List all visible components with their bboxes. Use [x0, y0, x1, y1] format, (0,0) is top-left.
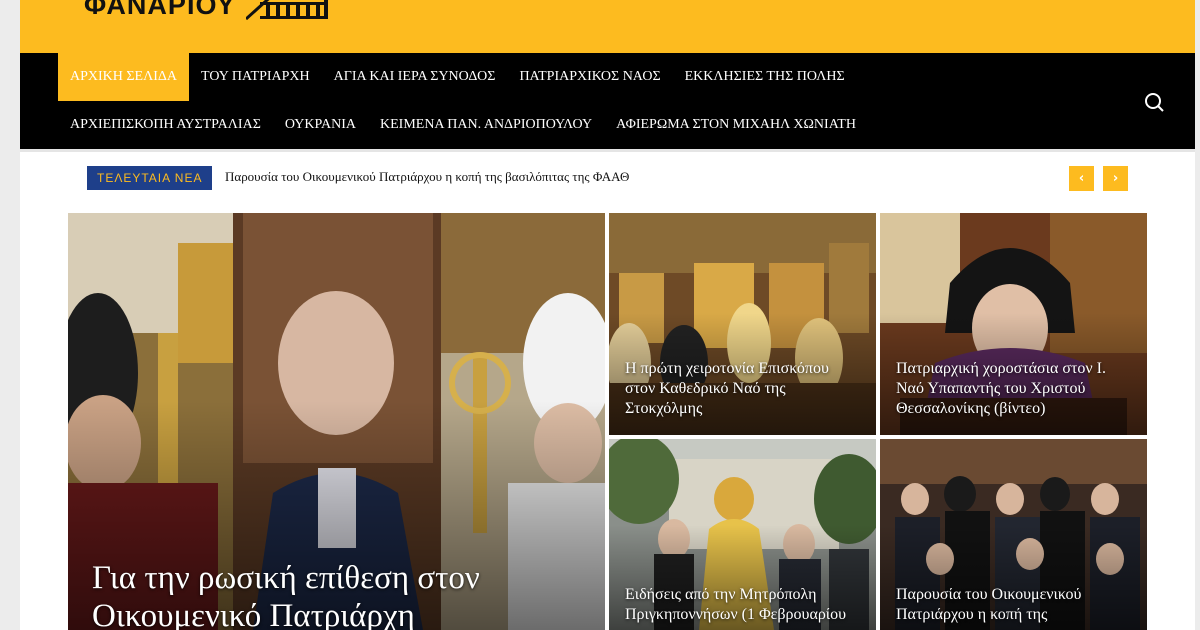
latest-news-ticker: ΤΕΛΕΥΤΑΙΑ ΝΕΑ Παρουσία του Οικουμενικού … [20, 149, 1195, 201]
featured-top-middle-card[interactable]: Η πρώτη χειροτονία Επισκόπου στον Καθεδρ… [609, 213, 876, 435]
featured-bottom-middle-title[interactable]: Ειδήσεις από την Μητρόπολη Πριγκηποννήσω… [625, 585, 862, 625]
ticker-prev-button[interactable]: ‹ [1069, 166, 1094, 191]
featured-bottom-middle-card[interactable]: Ειδήσεις από την Μητρόπολη Πριγκηποννήσω… [609, 439, 876, 630]
header-band: ΦΑΝΑΡΙΟΥ [20, 0, 1195, 53]
ticker-next-button[interactable]: › [1103, 166, 1128, 191]
nav-item-city-churches[interactable]: ΕΚΚΛΗΣΙΕΣ ΤΗΣ ΠΟΛΗΣ [673, 53, 857, 101]
nav-item-andriopoulos-texts[interactable]: ΚΕΙΜΕΝΑ ΠΑΝ. ΑΝΔΡΙΟΠΟΥΛΟΥ [368, 101, 604, 149]
nav-row-2: ΑΡΧΙΕΠΙΣΚΟΠΗ ΑΥΣΤΡΑΛΙΑΣ ΟΥΚΡΑΝΙΑ ΚΕΙΜΕΝΑ… [58, 101, 868, 149]
featured-top-right-title[interactable]: Πατριαρχική χοροστάσια στον Ι. Ναό Υπαπα… [896, 359, 1133, 419]
featured-bottom-right-title[interactable]: Παρουσία του Οικουμενικού Πατριάρχου η κ… [896, 585, 1133, 625]
latest-news-label: ΤΕΛΕΥΤΑΙΑ ΝΕΑ [87, 166, 213, 190]
building-logo-icon [245, 0, 328, 20]
featured-top-right-card[interactable]: Πατριαρχική χοροστάσια στον Ι. Ναό Υπαπα… [880, 213, 1147, 435]
nav-item-holy-synod[interactable]: ΑΓΙΑ ΚΑΙ ΙΕΡΑ ΣΥΝΟΔΟΣ [322, 53, 508, 101]
nav-row-1: ΑΡΧΙΚΗ ΣΕΛΙΔΑ ΤΟΥ ΠΑΤΡΙΑΡΧΗ ΑΓΙΑ ΚΑΙ ΙΕΡ… [58, 53, 857, 101]
nav-item-choniates-tribute[interactable]: ΑΦΙΕΡΩΜΑ ΣΤΟΝ ΜΙΧΑΗΛ ΧΩΝΙΑΤΗ [604, 101, 868, 149]
logo-text: ΦΑΝΑΡΙΟΥ [84, 0, 236, 20]
main-navigation: ΑΡΧΙΚΗ ΣΕΛΙΔΑ ΤΟΥ ΠΑΤΡΙΑΡΧΗ ΑΓΙΑ ΚΑΙ ΙΕΡ… [20, 53, 1195, 149]
search-icon[interactable] [1143, 91, 1165, 113]
page: ΦΑΝΑΡΙΟΥ ΑΡΧΙΚΗ ΣΕΛΙΔΑ ΤΟΥ ΠΑΤΡΙΑΡΧΗ ΑΓΙ… [20, 0, 1195, 630]
latest-news-headline[interactable]: Παρουσία του Οικουμενικού Πατριάρχου η κ… [225, 169, 629, 185]
featured-main-title[interactable]: Για την ρωσική επίθεση στον Οικουμενικό … [92, 559, 591, 630]
nav-item-home[interactable]: ΑΡΧΙΚΗ ΣΕΛΙΔΑ [58, 53, 190, 101]
featured-top-middle-title[interactable]: Η πρώτη χειροτονία Επισκόπου στον Καθεδρ… [625, 359, 862, 419]
featured-main-card[interactable]: Για την ρωσική επίθεση στον Οικουμενικό … [68, 213, 605, 630]
featured-bottom-right-card[interactable]: Παρουσία του Οικουμενικού Πατριάρχου η κ… [880, 439, 1147, 630]
chevron-left-icon: ‹ [1078, 171, 1085, 186]
nav-item-patriarch[interactable]: ΤΟΥ ΠΑΤΡΙΑΡΧΗ [189, 53, 322, 101]
site-logo[interactable]: ΦΑΝΑΡΙΟΥ [84, 0, 330, 20]
nav-item-patriarchal-church[interactable]: ΠΑΤΡΙΑΡΧΙΚΟΣ ΝΑΟΣ [507, 53, 672, 101]
chevron-right-icon: › [1112, 171, 1119, 186]
nav-item-ukraine[interactable]: ΟΥΚΡΑΝΙΑ [273, 101, 368, 149]
nav-item-archdiocese-australia[interactable]: ΑΡΧΙΕΠΙΣΚΟΠΗ ΑΥΣΤΡΑΛΙΑΣ [58, 101, 273, 149]
